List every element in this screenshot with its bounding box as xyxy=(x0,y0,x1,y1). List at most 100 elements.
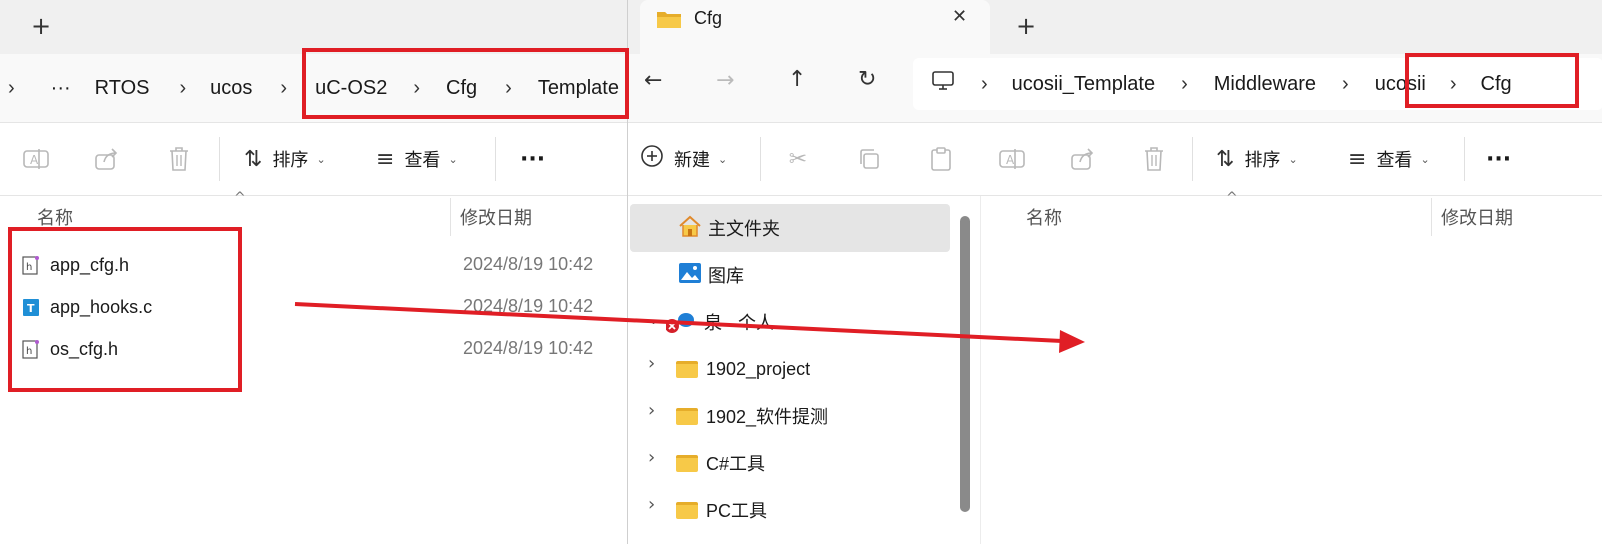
rename-icon[interactable]: A xyxy=(996,143,1028,175)
view-label: 查看 xyxy=(404,150,441,171)
new-label: 新建 xyxy=(674,150,710,171)
svg-text:A: A xyxy=(1006,153,1015,167)
chevron-right-icon: › xyxy=(981,72,988,95)
more-options-button[interactable]: ··· xyxy=(1486,141,1511,177)
folder-icon xyxy=(676,360,698,378)
nav-item-personal[interactable]: 泉 - 个人 xyxy=(665,300,774,344)
nav-label: C#工具 xyxy=(706,454,766,474)
nav-label: PC工具 xyxy=(706,501,768,521)
nav-label: 1902_project xyxy=(706,358,811,379)
breadcrumb-middleware[interactable]: Middleware xyxy=(1198,73,1332,96)
sort-label: 排序 xyxy=(272,150,309,171)
view-button[interactable]: ≡ 查看 ⌄ xyxy=(376,141,458,177)
sort-button[interactable]: ⇅ 排序 ⌄ xyxy=(1216,141,1298,177)
file-list-empty-area[interactable] xyxy=(988,240,1602,544)
tab-cfg[interactable]: Cfg ✕ xyxy=(640,0,990,55)
breadcrumb-ucos[interactable]: ucos xyxy=(196,77,270,100)
nav-item-1902-project[interactable]: 1902_project xyxy=(676,347,810,391)
annotation-box-files xyxy=(8,227,242,392)
chevron-down-icon: ⌄ xyxy=(316,152,326,166)
breadcrumb-ucosii-template[interactable]: ucosii_Template xyxy=(998,73,1171,96)
folder-icon xyxy=(676,407,698,425)
sort-button[interactable]: ⇅ 排序 ⌄ xyxy=(244,141,326,177)
left-command-bar: A ⇅ 排序 ⌄ ≡ 查看 ⌄ ··· xyxy=(0,123,627,196)
chevron-down-icon[interactable]: ⌄ xyxy=(646,308,661,329)
home-icon xyxy=(678,215,702,242)
file-date: 2024/8/19 10:42 xyxy=(463,254,594,274)
nav-scrollbar-thumb[interactable] xyxy=(960,216,970,512)
folder-icon xyxy=(676,454,698,472)
column-divider[interactable] xyxy=(450,198,451,236)
chevron-right-icon[interactable]: › xyxy=(648,400,655,421)
annotation-box-left-path xyxy=(302,48,629,119)
forward-arrow-icon[interactable]: → xyxy=(716,68,734,93)
back-arrow-icon[interactable]: ← xyxy=(644,68,662,93)
column-header-modified[interactable]: 修改日期 xyxy=(460,198,532,236)
view-button[interactable]: ≡ 查看 ⌄ xyxy=(1348,141,1430,177)
right-tab-strip: Cfg ✕ + xyxy=(628,0,1602,55)
column-header-modified[interactable]: 修改日期 xyxy=(1441,198,1513,236)
toolbar-divider xyxy=(219,137,220,181)
cloud-icon xyxy=(665,311,696,333)
nav-item-csharp-tools[interactable]: C#工具 xyxy=(676,441,765,485)
chevron-down-icon: ⌄ xyxy=(1288,152,1298,166)
toolbar-divider xyxy=(495,137,496,181)
chevron-down-icon: ⌄ xyxy=(718,152,728,166)
view-icon: ≡ xyxy=(376,146,395,172)
nav-item-1902-test[interactable]: 1902_软件提测 xyxy=(676,394,828,438)
column-divider[interactable] xyxy=(1431,198,1432,236)
navigation-pane: 主文件夹 图库 ⌄ 泉 - 个人 › 1902_project › 1902_软… xyxy=(628,196,978,544)
share-icon[interactable] xyxy=(91,143,123,175)
close-icon[interactable]: ✕ xyxy=(952,6,967,27)
chevron-right-icon[interactable]: › xyxy=(648,447,655,468)
nav-label: 图库 xyxy=(708,266,744,286)
view-label: 查看 xyxy=(1376,150,1413,171)
nav-item-gallery[interactable]: 图库 xyxy=(678,253,744,297)
breadcrumb-overflow[interactable]: ··· xyxy=(25,77,85,100)
chevron-down-icon: ⌄ xyxy=(1420,152,1430,166)
file-date: 2024/8/19 10:42 xyxy=(463,338,594,358)
nav-item-home[interactable]: 主文件夹 xyxy=(678,206,780,250)
column-header-name[interactable]: 名称 xyxy=(1026,198,1062,236)
folder-icon xyxy=(656,9,682,33)
more-options-button[interactable]: ··· xyxy=(520,141,545,177)
chevron-down-icon: ⌄ xyxy=(448,152,458,166)
nav-item-pc-tools[interactable]: PC工具 xyxy=(676,488,767,532)
right-command-bar: 新建 ⌄ ✂ A ⇅ 排序 ⌄ ≡ 查看 ⌄ ··· xyxy=(628,123,1602,196)
new-button[interactable]: 新建 ⌄ xyxy=(640,141,727,177)
svg-text:A: A xyxy=(30,153,39,167)
sort-label: 排序 xyxy=(1244,150,1281,171)
rename-icon[interactable]: A xyxy=(20,143,52,175)
computer-icon xyxy=(931,70,955,96)
delete-icon[interactable] xyxy=(163,143,195,175)
chevron-right-icon[interactable]: › xyxy=(648,353,655,374)
toolbar-divider xyxy=(1464,137,1465,181)
toolbar-divider xyxy=(760,137,761,181)
paste-icon[interactable] xyxy=(925,143,957,175)
up-arrow-icon[interactable]: ↑ xyxy=(788,67,806,92)
cut-icon[interactable]: ✂ xyxy=(782,143,814,175)
nav-label: 1902_软件提测 xyxy=(706,407,829,427)
new-tab-button[interactable]: + xyxy=(21,8,61,44)
plus-circle-icon xyxy=(640,144,664,174)
left-tab-strip: + xyxy=(0,0,627,54)
chevron-right-icon[interactable]: › xyxy=(0,77,25,100)
sort-icon: ⇅ xyxy=(244,146,263,172)
nav-label: 泉 - 个人 xyxy=(704,313,774,333)
sort-ascending-icon: ^ xyxy=(234,190,246,206)
view-icon: ≡ xyxy=(1348,146,1367,172)
sort-icon: ⇅ xyxy=(1216,146,1235,172)
tab-title: Cfg xyxy=(694,8,723,28)
chevron-right-icon[interactable]: › xyxy=(648,494,655,515)
delete-icon[interactable] xyxy=(1138,143,1170,175)
share-icon[interactable] xyxy=(1067,143,1099,175)
copy-icon[interactable] xyxy=(853,143,885,175)
gallery-icon xyxy=(678,262,702,289)
file-date: 2024/8/19 10:42 xyxy=(463,296,594,316)
breadcrumb-rtos[interactable]: RTOS xyxy=(85,77,170,100)
new-tab-button[interactable]: + xyxy=(1006,8,1046,44)
annotation-box-right-path xyxy=(1405,53,1579,108)
refresh-icon[interactable]: ↻ xyxy=(858,67,876,92)
toolbar-divider xyxy=(1192,137,1193,181)
pane-splitter[interactable] xyxy=(980,196,981,544)
